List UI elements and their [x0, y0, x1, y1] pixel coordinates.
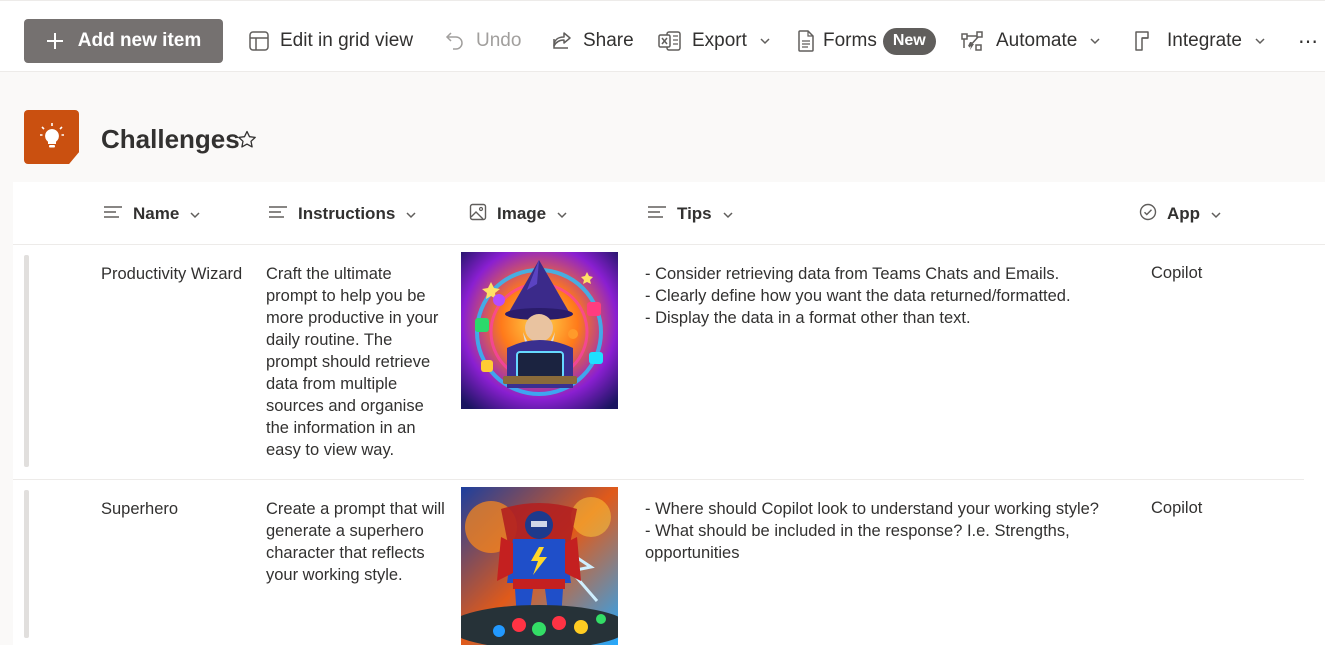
integrate-icon — [1134, 30, 1156, 52]
integrate-button[interactable]: Integrate — [1134, 19, 1266, 63]
tip-line: - Consider retrieving data from Teams Ch… — [645, 265, 1060, 283]
excel-icon — [658, 30, 682, 52]
text-column-icon — [268, 204, 288, 224]
integrate-label: Integrate — [1167, 30, 1242, 51]
column-header-label: Tips — [677, 204, 712, 223]
plus-icon — [46, 32, 64, 50]
tip-line: - Where should Copilot look to understan… — [645, 500, 1099, 518]
column-header-label: Name — [133, 204, 180, 223]
share-button[interactable]: Share — [551, 19, 634, 63]
undo-label: Undo — [476, 30, 522, 51]
more-icon: ⋯ — [1298, 30, 1318, 53]
choice-column-icon — [1139, 203, 1157, 226]
chevron-down-icon — [1089, 37, 1101, 45]
item-image-superhero[interactable] — [461, 487, 618, 645]
chevron-down-icon — [722, 204, 734, 224]
column-header-label: App — [1167, 204, 1201, 223]
grid-icon — [248, 30, 270, 52]
new-badge: New — [882, 27, 936, 55]
chevron-down-icon — [405, 204, 417, 224]
tip-line: - Display the data in a format other tha… — [645, 309, 971, 327]
row-select-handle[interactable] — [24, 255, 29, 467]
tip-line: - What should be included in the respons… — [645, 522, 1070, 562]
chevron-down-icon — [1210, 204, 1222, 224]
export-label: Export — [692, 30, 747, 51]
chevron-down-icon — [189, 204, 201, 224]
list-row[interactable]: Productivity Wizard Craft the ultimate p… — [13, 245, 1304, 480]
column-header-image[interactable]: Image — [469, 203, 568, 225]
forms-label: Forms — [823, 30, 877, 51]
column-header-label: Instructions — [298, 204, 396, 223]
item-instructions: Create a prompt that will generate a sup… — [266, 500, 445, 584]
favorite-star-icon[interactable] — [237, 130, 257, 154]
text-column-icon — [647, 204, 667, 224]
column-header-tips[interactable]: Tips — [647, 203, 734, 225]
chevron-down-icon — [556, 204, 568, 224]
add-new-item-label: Add new item — [77, 30, 202, 51]
column-header-app[interactable]: App — [1139, 203, 1222, 225]
share-label: Share — [583, 30, 634, 51]
item-tips: - Consider retrieving data from Teams Ch… — [645, 263, 1125, 329]
text-column-icon — [103, 204, 123, 224]
chevron-down-icon — [759, 37, 771, 45]
more-options-button[interactable]: ⋯ — [1298, 19, 1318, 63]
page-title: Challenges — [101, 124, 240, 154]
automate-icon — [960, 30, 986, 52]
edit-grid-view-button[interactable]: Edit in grid view — [248, 19, 413, 63]
undo-button[interactable]: Undo — [444, 19, 521, 63]
item-app: Copilot — [1151, 264, 1203, 282]
document-icon — [796, 30, 816, 52]
column-header-name[interactable]: Name — [103, 203, 201, 225]
edit-grid-view-label: Edit in grid view — [280, 30, 414, 51]
undo-icon — [444, 30, 466, 52]
item-tips: - Where should Copilot look to understan… — [645, 498, 1125, 564]
column-header-row: Name Instructions Image Tips App — [13, 182, 1325, 245]
share-icon — [551, 30, 573, 52]
image-column-icon — [469, 203, 487, 226]
item-instructions: Craft the ultimate prompt to help you be… — [266, 265, 439, 459]
add-new-item-button[interactable]: Add new item — [24, 19, 223, 63]
tip-line: - Clearly define how you want the data r… — [645, 287, 1071, 305]
forms-button[interactable]: Forms New — [796, 19, 936, 63]
item-image-wizard[interactable] — [461, 252, 618, 409]
list-icon — [24, 110, 79, 164]
column-header-label: Image — [497, 204, 547, 223]
export-button[interactable]: Export — [658, 19, 771, 63]
column-header-instructions[interactable]: Instructions — [268, 203, 417, 225]
command-bar: Add new item Edit in grid view Undo Shar… — [0, 0, 1325, 72]
list-row[interactable]: Superhero Create a prompt that will gene… — [13, 480, 1304, 645]
automate-button[interactable]: Automate — [960, 19, 1101, 63]
list-view: Name Instructions Image Tips App Product… — [13, 182, 1325, 645]
row-select-handle[interactable] — [24, 490, 29, 638]
item-name[interactable]: Productivity Wizard — [101, 263, 251, 285]
item-app: Copilot — [1151, 499, 1203, 517]
item-name[interactable]: Superhero — [101, 498, 251, 520]
chevron-down-icon — [1254, 37, 1266, 45]
automate-label: Automate — [996, 30, 1078, 51]
